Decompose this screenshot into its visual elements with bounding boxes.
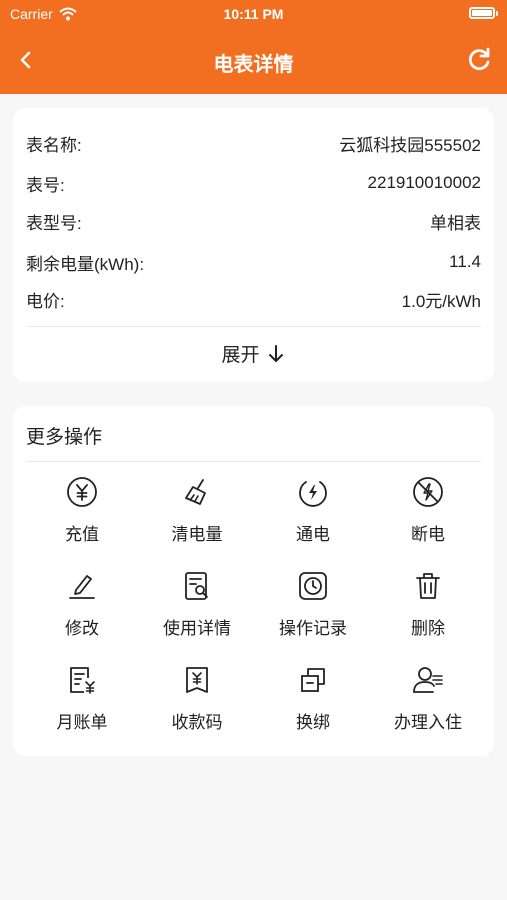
payment-code-icon xyxy=(186,667,208,693)
rebind-icon xyxy=(301,668,325,692)
action-monthly-bill[interactable]: 月账单 xyxy=(22,664,142,744)
action-usage-detail[interactable]: 使用详情 xyxy=(137,570,257,650)
power-off-icon xyxy=(413,477,443,507)
usage-detail-icon xyxy=(185,572,208,600)
action-label: 收款码 xyxy=(171,713,223,732)
action-history[interactable]: 操作记录 xyxy=(253,570,373,650)
history-icon xyxy=(299,572,327,600)
section-title: 更多操作 xyxy=(26,427,103,448)
info-value: 1.0元/kWh xyxy=(401,291,481,311)
more-actions-card: 更多操作 充值 清电量 通电 断电 修改 使用详情 操作记录 删除 月账单 收款… xyxy=(13,406,494,756)
info-row-number: 表号: 221910010002 xyxy=(26,171,481,195)
action-rebind[interactable]: 换绑 xyxy=(253,664,373,744)
meter-info-card: 表名称: 云狐科技园555502 表号: 221910010002 表型号: 单… xyxy=(13,108,494,382)
action-label: 修改 xyxy=(65,619,99,638)
info-label: 表号: xyxy=(26,175,65,195)
yen-circle-icon xyxy=(67,477,97,507)
action-check-in[interactable]: 办理入住 xyxy=(368,664,488,744)
battery-icon xyxy=(469,7,498,19)
action-label: 删除 xyxy=(411,619,445,638)
info-value: 221910010002 xyxy=(367,173,481,192)
info-value: 单相表 xyxy=(430,213,481,233)
nav-bar: 电表详情 xyxy=(0,38,507,82)
power-on-icon xyxy=(299,481,327,507)
info-row-name: 表名称: 云狐科技园555502 xyxy=(26,131,481,155)
info-label: 剩余电量(kWh): xyxy=(26,254,145,274)
action-label: 月账单 xyxy=(56,713,108,732)
trash-icon xyxy=(416,573,440,599)
action-recharge[interactable]: 充值 xyxy=(22,476,142,556)
action-payment-code[interactable]: 收款码 xyxy=(137,664,257,744)
info-row-price: 电价: 1.0元/kWh xyxy=(26,287,481,311)
action-label: 通电 xyxy=(296,525,330,544)
expand-button[interactable]: 展开 xyxy=(13,340,494,367)
top-bar: Carrier 10:11 PM 电表详情 xyxy=(0,0,507,94)
info-label: 表型号: xyxy=(26,213,82,233)
action-delete[interactable]: 删除 xyxy=(368,570,488,650)
action-clear-power[interactable]: 清电量 xyxy=(137,476,257,556)
info-row-remaining: 剩余电量(kWh): 11.4 xyxy=(26,250,481,274)
refresh-icon xyxy=(468,47,490,71)
info-label: 表名称: xyxy=(26,135,82,155)
info-row-model: 表型号: 单相表 xyxy=(26,209,481,233)
action-label: 操作记录 xyxy=(279,619,347,638)
info-value: 11.4 xyxy=(449,252,481,271)
info-label: 电价: xyxy=(26,291,65,311)
divider xyxy=(26,326,481,327)
bill-icon xyxy=(70,667,95,694)
expand-label: 展开 xyxy=(221,345,260,366)
divider xyxy=(26,461,481,462)
broom-icon xyxy=(185,479,206,505)
action-label: 断电 xyxy=(411,525,445,544)
page-title: 电表详情 xyxy=(213,54,294,76)
action-label: 清电量 xyxy=(171,525,223,544)
action-label: 办理入住 xyxy=(394,713,462,732)
arrow-down-icon xyxy=(268,344,283,362)
refresh-button[interactable] xyxy=(465,46,493,74)
action-label: 换绑 xyxy=(296,713,330,732)
action-edit[interactable]: 修改 xyxy=(22,570,142,650)
action-label: 充值 xyxy=(65,525,99,544)
action-label: 使用详情 xyxy=(163,619,231,638)
action-power-off[interactable]: 断电 xyxy=(368,476,488,556)
info-value: 云狐科技园555502 xyxy=(339,135,481,155)
status-bar: Carrier 10:11 PM xyxy=(0,0,507,28)
check-in-icon xyxy=(413,667,443,693)
status-time: 10:11 PM xyxy=(223,6,284,22)
edit-icon xyxy=(69,575,95,599)
action-power-on[interactable]: 通电 xyxy=(253,476,373,556)
